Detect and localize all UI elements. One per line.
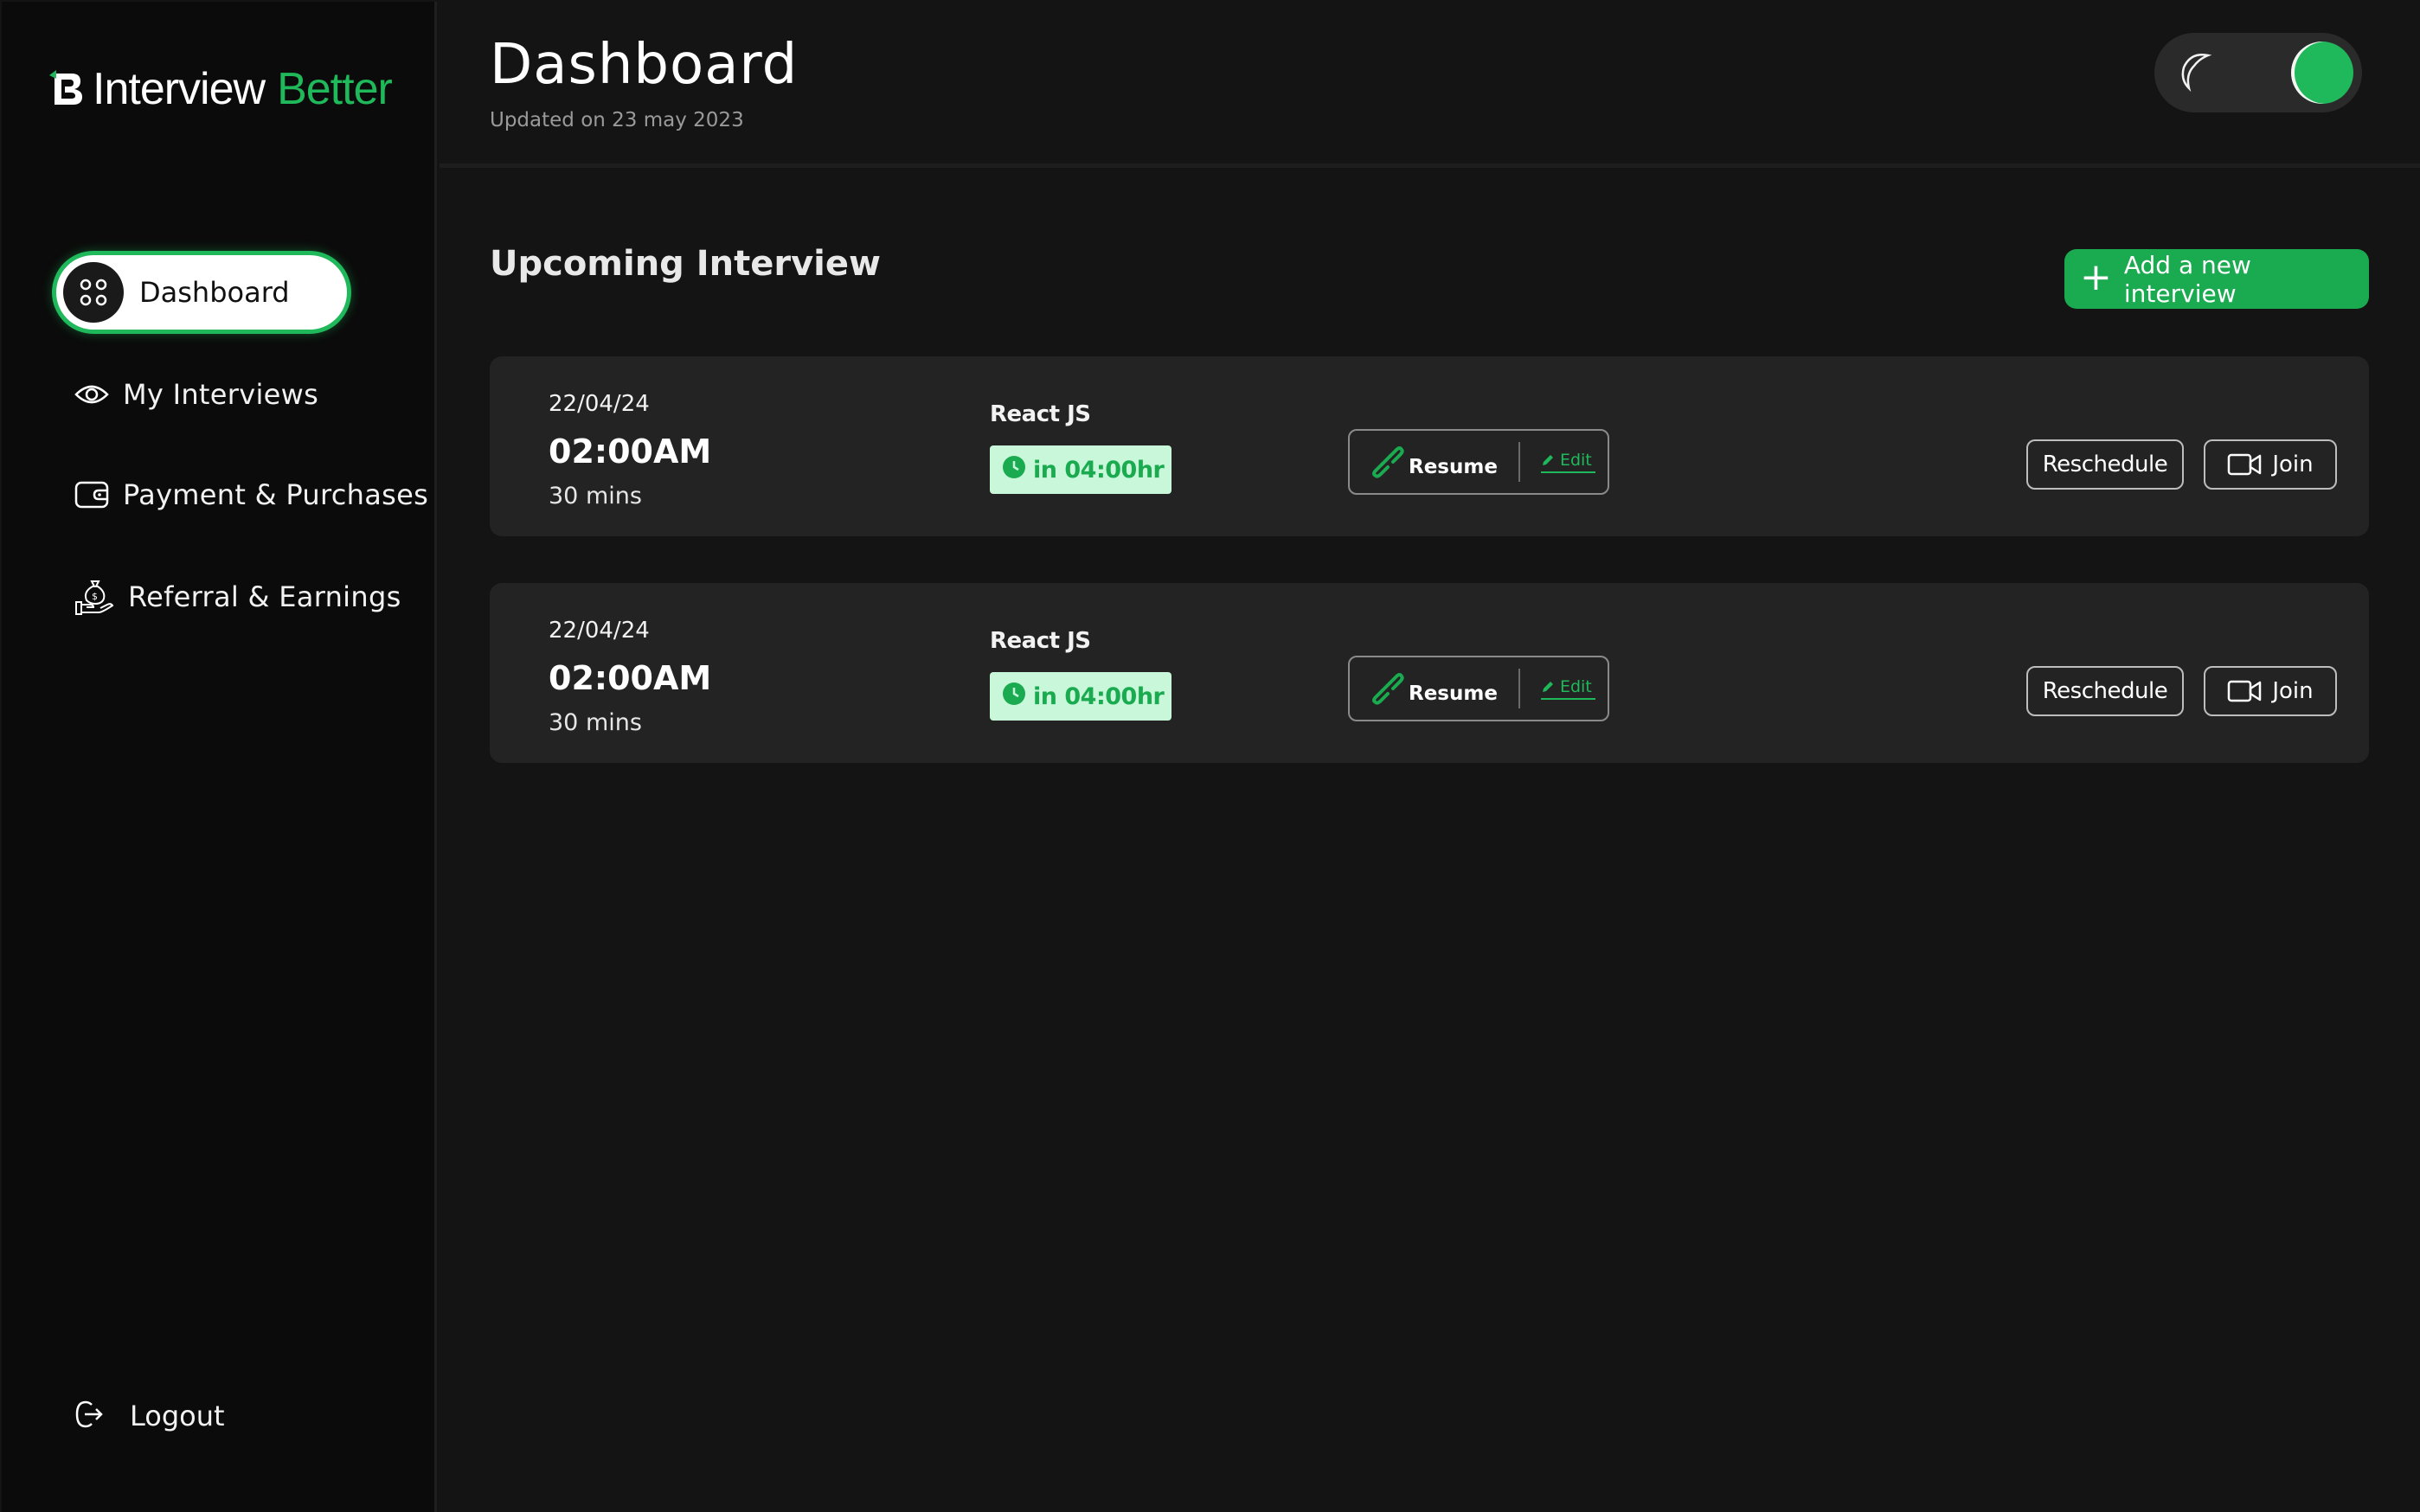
countdown-badge: in 04:00hr [990, 672, 1171, 721]
theme-toggle[interactable] [2154, 33, 2362, 112]
app-frame: Interview Better Dashboard My Interviews… [0, 0, 2420, 1512]
video-camera-icon [2228, 680, 2262, 702]
pencil-icon [1542, 682, 1553, 692]
logout-button[interactable]: Logout [74, 1390, 225, 1442]
clock-icon [1002, 455, 1026, 485]
reschedule-button[interactable]: Reschedule [2026, 439, 2184, 490]
link-icon [1367, 668, 1405, 709]
interview-duration: 30 mins [549, 483, 642, 509]
edit-label: Edit [1559, 451, 1592, 470]
countdown-text: in 04:00hr [1033, 682, 1165, 710]
join-button[interactable]: Join [2204, 666, 2337, 716]
interview-duration: 30 mins [549, 709, 642, 736]
clock-icon [1002, 682, 1026, 712]
dashboard-grid-icon [63, 262, 124, 323]
sidebar-item-label: Referral & Earnings [128, 580, 401, 613]
logout-icon [74, 1400, 104, 1432]
sidebar-item-dashboard[interactable]: Dashboard [52, 251, 351, 334]
interview-date: 22/04/24 [549, 618, 650, 644]
brand-logo[interactable]: Interview Better [49, 59, 393, 119]
interview-date: 22/04/24 [549, 391, 650, 417]
page-title: Dashboard [490, 33, 799, 97]
sidebar: Interview Better Dashboard My Interviews… [2, 2, 437, 1512]
edit-resume-link[interactable]: Edit [1540, 677, 1595, 700]
divider [1518, 669, 1520, 708]
sidebar-item-label: My Interviews [123, 378, 319, 411]
countdown-text: in 04:00hr [1033, 456, 1165, 484]
resume-box: Resume Edit [1348, 656, 1609, 721]
video-camera-icon [2228, 453, 2262, 476]
join-label: Join [2272, 678, 2314, 704]
interview-card: 22/04/24 02:00AM 30 mins React JS in 04:… [490, 583, 2369, 763]
sidebar-item-referral[interactable]: $ Referral & Earnings [74, 571, 401, 623]
brand-mark-icon [49, 70, 84, 108]
divider [1518, 442, 1520, 482]
interview-tech: React JS [990, 401, 1091, 427]
brand-name: Interview Better [93, 63, 393, 115]
join-label: Join [2272, 452, 2314, 477]
sidebar-item-my-interviews[interactable]: My Interviews [74, 368, 318, 420]
page-subtitle: Updated on 23 may 2023 [490, 109, 744, 131]
interview-time: 02:00AM [549, 659, 712, 697]
money-bag-hand-icon: $ [74, 578, 114, 616]
add-interview-label: Add a new interview [2123, 250, 2251, 308]
brand-name-primary: Interview [93, 64, 266, 114]
interview-card: 22/04/24 02:00AM 30 mins React JS in 04:… [490, 356, 2369, 536]
resume-box: Resume Edit [1348, 429, 1609, 495]
join-button[interactable]: Join [2204, 439, 2337, 490]
eye-icon [74, 379, 109, 410]
header: Dashboard Updated on 23 may 2023 [440, 2, 2420, 168]
pencil-icon [1542, 455, 1553, 465]
countdown-badge: in 04:00hr [990, 445, 1171, 494]
section-title: Upcoming Interview [490, 244, 881, 284]
sidebar-item-label: Payment & Purchases [123, 478, 429, 511]
resume-link[interactable]: Resume [1409, 682, 1498, 705]
add-interview-button[interactable]: + Add a new interview [2064, 249, 2369, 309]
link-icon [1367, 441, 1405, 483]
edit-label: Edit [1559, 677, 1592, 696]
sidebar-item-label: Dashboard [139, 276, 290, 309]
moon-icon [2173, 48, 2222, 100]
plus-icon: + [2080, 254, 2112, 299]
wallet-icon [74, 479, 109, 510]
logout-label: Logout [130, 1400, 225, 1432]
resume-link[interactable]: Resume [1409, 456, 1498, 478]
edit-resume-link[interactable]: Edit [1540, 451, 1595, 473]
interview-tech: React JS [990, 628, 1091, 654]
brand-name-accent: Better [277, 64, 393, 114]
sidebar-item-payment[interactable]: Payment & Purchases [74, 469, 428, 521]
theme-toggle-knob [2291, 42, 2353, 104]
interview-time: 02:00AM [549, 432, 712, 471]
reschedule-button[interactable]: Reschedule [2026, 666, 2184, 716]
svg-text:$: $ [92, 591, 98, 602]
